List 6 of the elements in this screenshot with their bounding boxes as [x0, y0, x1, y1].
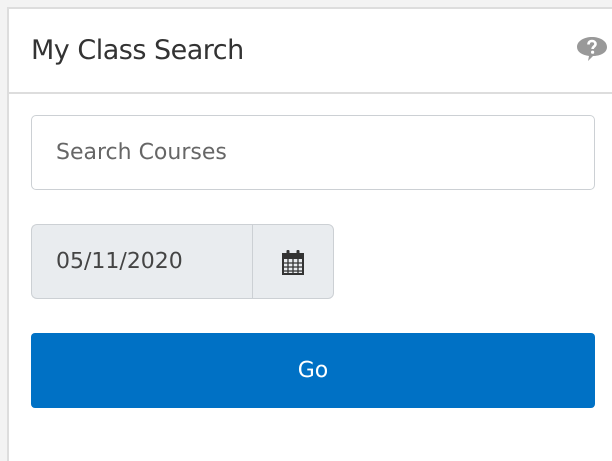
panel-title: My Class Search: [31, 35, 244, 66]
search-field[interactable]: Search Courses: [31, 115, 595, 190]
calendar-button[interactable]: [252, 224, 334, 299]
calendar-icon: [282, 248, 304, 274]
help-icon[interactable]: [576, 36, 608, 62]
go-button[interactable]: Go: [31, 333, 595, 408]
